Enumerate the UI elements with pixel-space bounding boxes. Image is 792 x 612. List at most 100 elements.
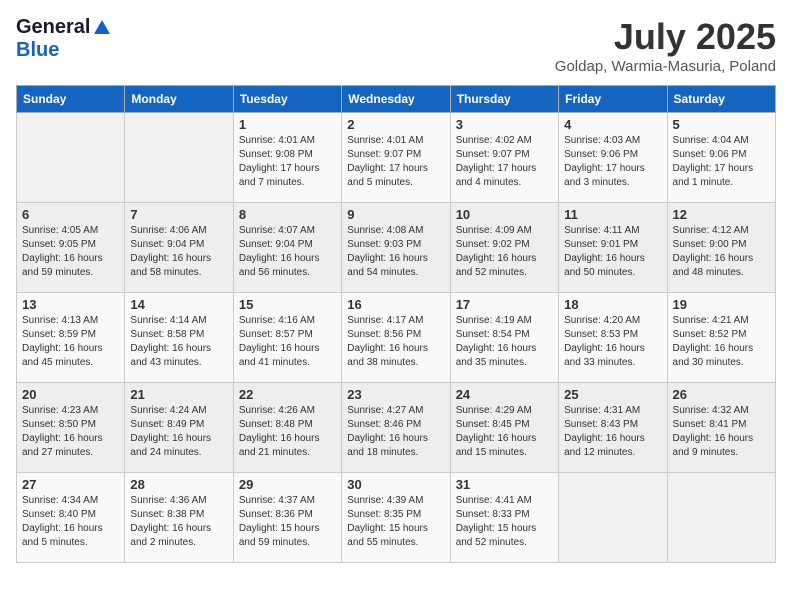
day-info: Sunrise: 4:14 AM Sunset: 8:58 PM Dayligh… <box>130 314 227 370</box>
day-number: 19 <box>673 297 770 312</box>
calendar-cell: 18 Sunrise: 4:20 AM Sunset: 8:53 PM Dayli… <box>559 293 667 383</box>
day-info: Sunrise: 4:17 AM Sunset: 8:56 PM Dayligh… <box>347 314 444 370</box>
day-number: 21 <box>130 387 227 402</box>
calendar-week-row: 20Sunrise: 4:23 AM Sunset: 8:50 PM Dayli… <box>17 383 776 473</box>
logo-general-text: General <box>16 16 90 39</box>
calendar-cell: 8Sunrise: 4:07 AM Sunset: 9:04 PM Daylig… <box>233 203 341 293</box>
day-number: 24 <box>456 387 553 402</box>
calendar-cell: 20Sunrise: 4:23 AM Sunset: 8:50 PM Dayli… <box>17 383 125 473</box>
day-number: 16 <box>347 297 444 312</box>
weekday-header-monday: Monday <box>125 86 233 113</box>
calendar-cell: 3Sunrise: 4:02 AM Sunset: 9:07 PM Daylig… <box>450 113 558 203</box>
day-info: Sunrise: 4:06 AM Sunset: 9:04 PM Dayligh… <box>130 224 227 280</box>
calendar-cell: 28 Sunrise: 4:36 AM Sunset: 8:38 PM Dayli… <box>125 473 233 563</box>
day-number: 18 <box>564 297 661 312</box>
calendar-cell: 25 Sunrise: 4:31 AM Sunset: 8:43 PM Dayli… <box>559 383 667 473</box>
day-number: 23 <box>347 387 444 402</box>
calendar-cell: 9 Sunrise: 4:08 AM Sunset: 9:03 PM Daylig… <box>342 203 450 293</box>
calendar-cell: 7 Sunrise: 4:06 AM Sunset: 9:04 PM Daylig… <box>125 203 233 293</box>
calendar-cell: 1Sunrise: 4:01 AM Sunset: 9:08 PM Daylig… <box>233 113 341 203</box>
calendar-cell <box>559 473 667 563</box>
day-number: 25 <box>564 387 661 402</box>
calendar-table: SundayMondayTuesdayWednesdayThursdayFrid… <box>16 85 776 563</box>
calendar-cell: 5 Sunrise: 4:04 AM Sunset: 9:06 PM Daylig… <box>667 113 775 203</box>
calendar-cell: 24 Sunrise: 4:29 AM Sunset: 8:45 PM Dayli… <box>450 383 558 473</box>
calendar-cell: 15 Sunrise: 4:16 AM Sunset: 8:57 PM Dayli… <box>233 293 341 383</box>
day-number: 4 <box>564 117 661 132</box>
day-info: Sunrise: 4:13 AM Sunset: 8:59 PM Dayligh… <box>22 314 119 370</box>
day-info: Sunrise: 4:12 AM Sunset: 9:00 PM Dayligh… <box>673 224 770 280</box>
day-number: 30 <box>347 477 444 492</box>
calendar-cell <box>17 113 125 203</box>
calendar-cell: 27 Sunrise: 4:34 AM Sunset: 8:40 PM Dayli… <box>17 473 125 563</box>
calendar-cell: 19 Sunrise: 4:21 AM Sunset: 8:52 PM Dayli… <box>667 293 775 383</box>
day-info: Sunrise: 4:41 AM Sunset: 8:33 PM Dayligh… <box>456 494 553 550</box>
calendar-cell: 12 Sunrise: 4:12 AM Sunset: 9:00 PM Dayli… <box>667 203 775 293</box>
day-number: 12 <box>673 207 770 222</box>
weekday-header-tuesday: Tuesday <box>233 86 341 113</box>
day-number: 7 <box>130 207 227 222</box>
day-number: 9 <box>347 207 444 222</box>
day-info: Sunrise: 4:01 AM Sunset: 9:08 PM Dayligh… <box>239 134 336 190</box>
day-number: 14 <box>130 297 227 312</box>
day-number: 28 <box>130 477 227 492</box>
weekday-header-row: SundayMondayTuesdayWednesdayThursdayFrid… <box>17 86 776 113</box>
day-number: 26 <box>673 387 770 402</box>
weekday-header-sunday: Sunday <box>17 86 125 113</box>
day-info: Sunrise: 4:20 AM Sunset: 8:53 PM Dayligh… <box>564 314 661 370</box>
calendar-cell: 31 Sunrise: 4:41 AM Sunset: 8:33 PM Dayli… <box>450 473 558 563</box>
calendar-cell: 11 Sunrise: 4:11 AM Sunset: 9:01 PM Dayli… <box>559 203 667 293</box>
calendar-cell: 23 Sunrise: 4:27 AM Sunset: 8:46 PM Dayli… <box>342 383 450 473</box>
day-info: Sunrise: 4:11 AM Sunset: 9:01 PM Dayligh… <box>564 224 661 280</box>
weekday-header-friday: Friday <box>559 86 667 113</box>
day-info: Sunrise: 4:37 AM Sunset: 8:36 PM Dayligh… <box>239 494 336 550</box>
day-number: 22 <box>239 387 336 402</box>
calendar-week-row: 6Sunrise: 4:05 AM Sunset: 9:05 PM Daylig… <box>17 203 776 293</box>
day-info: Sunrise: 4:01 AM Sunset: 9:07 PM Dayligh… <box>347 134 444 190</box>
day-info: Sunrise: 4:39 AM Sunset: 8:35 PM Dayligh… <box>347 494 444 550</box>
calendar-cell: 16 Sunrise: 4:17 AM Sunset: 8:56 PM Dayli… <box>342 293 450 383</box>
day-info: Sunrise: 4:08 AM Sunset: 9:03 PM Dayligh… <box>347 224 444 280</box>
calendar-cell: 14 Sunrise: 4:14 AM Sunset: 8:58 PM Dayli… <box>125 293 233 383</box>
day-info: Sunrise: 4:19 AM Sunset: 8:54 PM Dayligh… <box>456 314 553 370</box>
calendar-cell <box>667 473 775 563</box>
day-info: Sunrise: 4:24 AM Sunset: 8:49 PM Dayligh… <box>130 404 227 460</box>
calendar-cell: 10Sunrise: 4:09 AM Sunset: 9:02 PM Dayli… <box>450 203 558 293</box>
day-number: 31 <box>456 477 553 492</box>
day-number: 17 <box>456 297 553 312</box>
day-info: Sunrise: 4:16 AM Sunset: 8:57 PM Dayligh… <box>239 314 336 370</box>
calendar-cell: 26Sunrise: 4:32 AM Sunset: 8:41 PM Dayli… <box>667 383 775 473</box>
day-info: Sunrise: 4:34 AM Sunset: 8:40 PM Dayligh… <box>22 494 119 550</box>
day-info: Sunrise: 4:36 AM Sunset: 8:38 PM Dayligh… <box>130 494 227 550</box>
day-number: 5 <box>673 117 770 132</box>
calendar-cell: 29Sunrise: 4:37 AM Sunset: 8:36 PM Dayli… <box>233 473 341 563</box>
day-number: 10 <box>456 207 553 222</box>
calendar-cell: 4Sunrise: 4:03 AM Sunset: 9:06 PM Daylig… <box>559 113 667 203</box>
calendar-week-row: 1Sunrise: 4:01 AM Sunset: 9:08 PM Daylig… <box>17 113 776 203</box>
day-number: 13 <box>22 297 119 312</box>
month-title: July 2025 <box>555 16 776 58</box>
day-info: Sunrise: 4:21 AM Sunset: 8:52 PM Dayligh… <box>673 314 770 370</box>
day-number: 8 <box>239 207 336 222</box>
weekday-header-wednesday: Wednesday <box>342 86 450 113</box>
logo-icon <box>92 18 112 38</box>
day-info: Sunrise: 4:31 AM Sunset: 8:43 PM Dayligh… <box>564 404 661 460</box>
calendar-cell: 13 Sunrise: 4:13 AM Sunset: 8:59 PM Dayli… <box>17 293 125 383</box>
page-header: General Blue July 2025 Goldap, Warmia-Ma… <box>16 16 776 75</box>
day-number: 15 <box>239 297 336 312</box>
day-info: Sunrise: 4:27 AM Sunset: 8:46 PM Dayligh… <box>347 404 444 460</box>
day-number: 3 <box>456 117 553 132</box>
calendar-week-row: 27 Sunrise: 4:34 AM Sunset: 8:40 PM Dayli… <box>17 473 776 563</box>
day-number: 20 <box>22 387 119 402</box>
weekday-header-saturday: Saturday <box>667 86 775 113</box>
calendar-week-row: 13 Sunrise: 4:13 AM Sunset: 8:59 PM Dayli… <box>17 293 776 383</box>
calendar-cell: 2 Sunrise: 4:01 AM Sunset: 9:07 PM Daylig… <box>342 113 450 203</box>
logo: General Blue <box>16 16 112 62</box>
day-number: 11 <box>564 207 661 222</box>
day-info: Sunrise: 4:29 AM Sunset: 8:45 PM Dayligh… <box>456 404 553 460</box>
day-info: Sunrise: 4:04 AM Sunset: 9:06 PM Dayligh… <box>673 134 770 190</box>
calendar-cell: 6Sunrise: 4:05 AM Sunset: 9:05 PM Daylig… <box>17 203 125 293</box>
day-number: 2 <box>347 117 444 132</box>
calendar-cell: 21 Sunrise: 4:24 AM Sunset: 8:49 PM Dayli… <box>125 383 233 473</box>
day-number: 27 <box>22 477 119 492</box>
